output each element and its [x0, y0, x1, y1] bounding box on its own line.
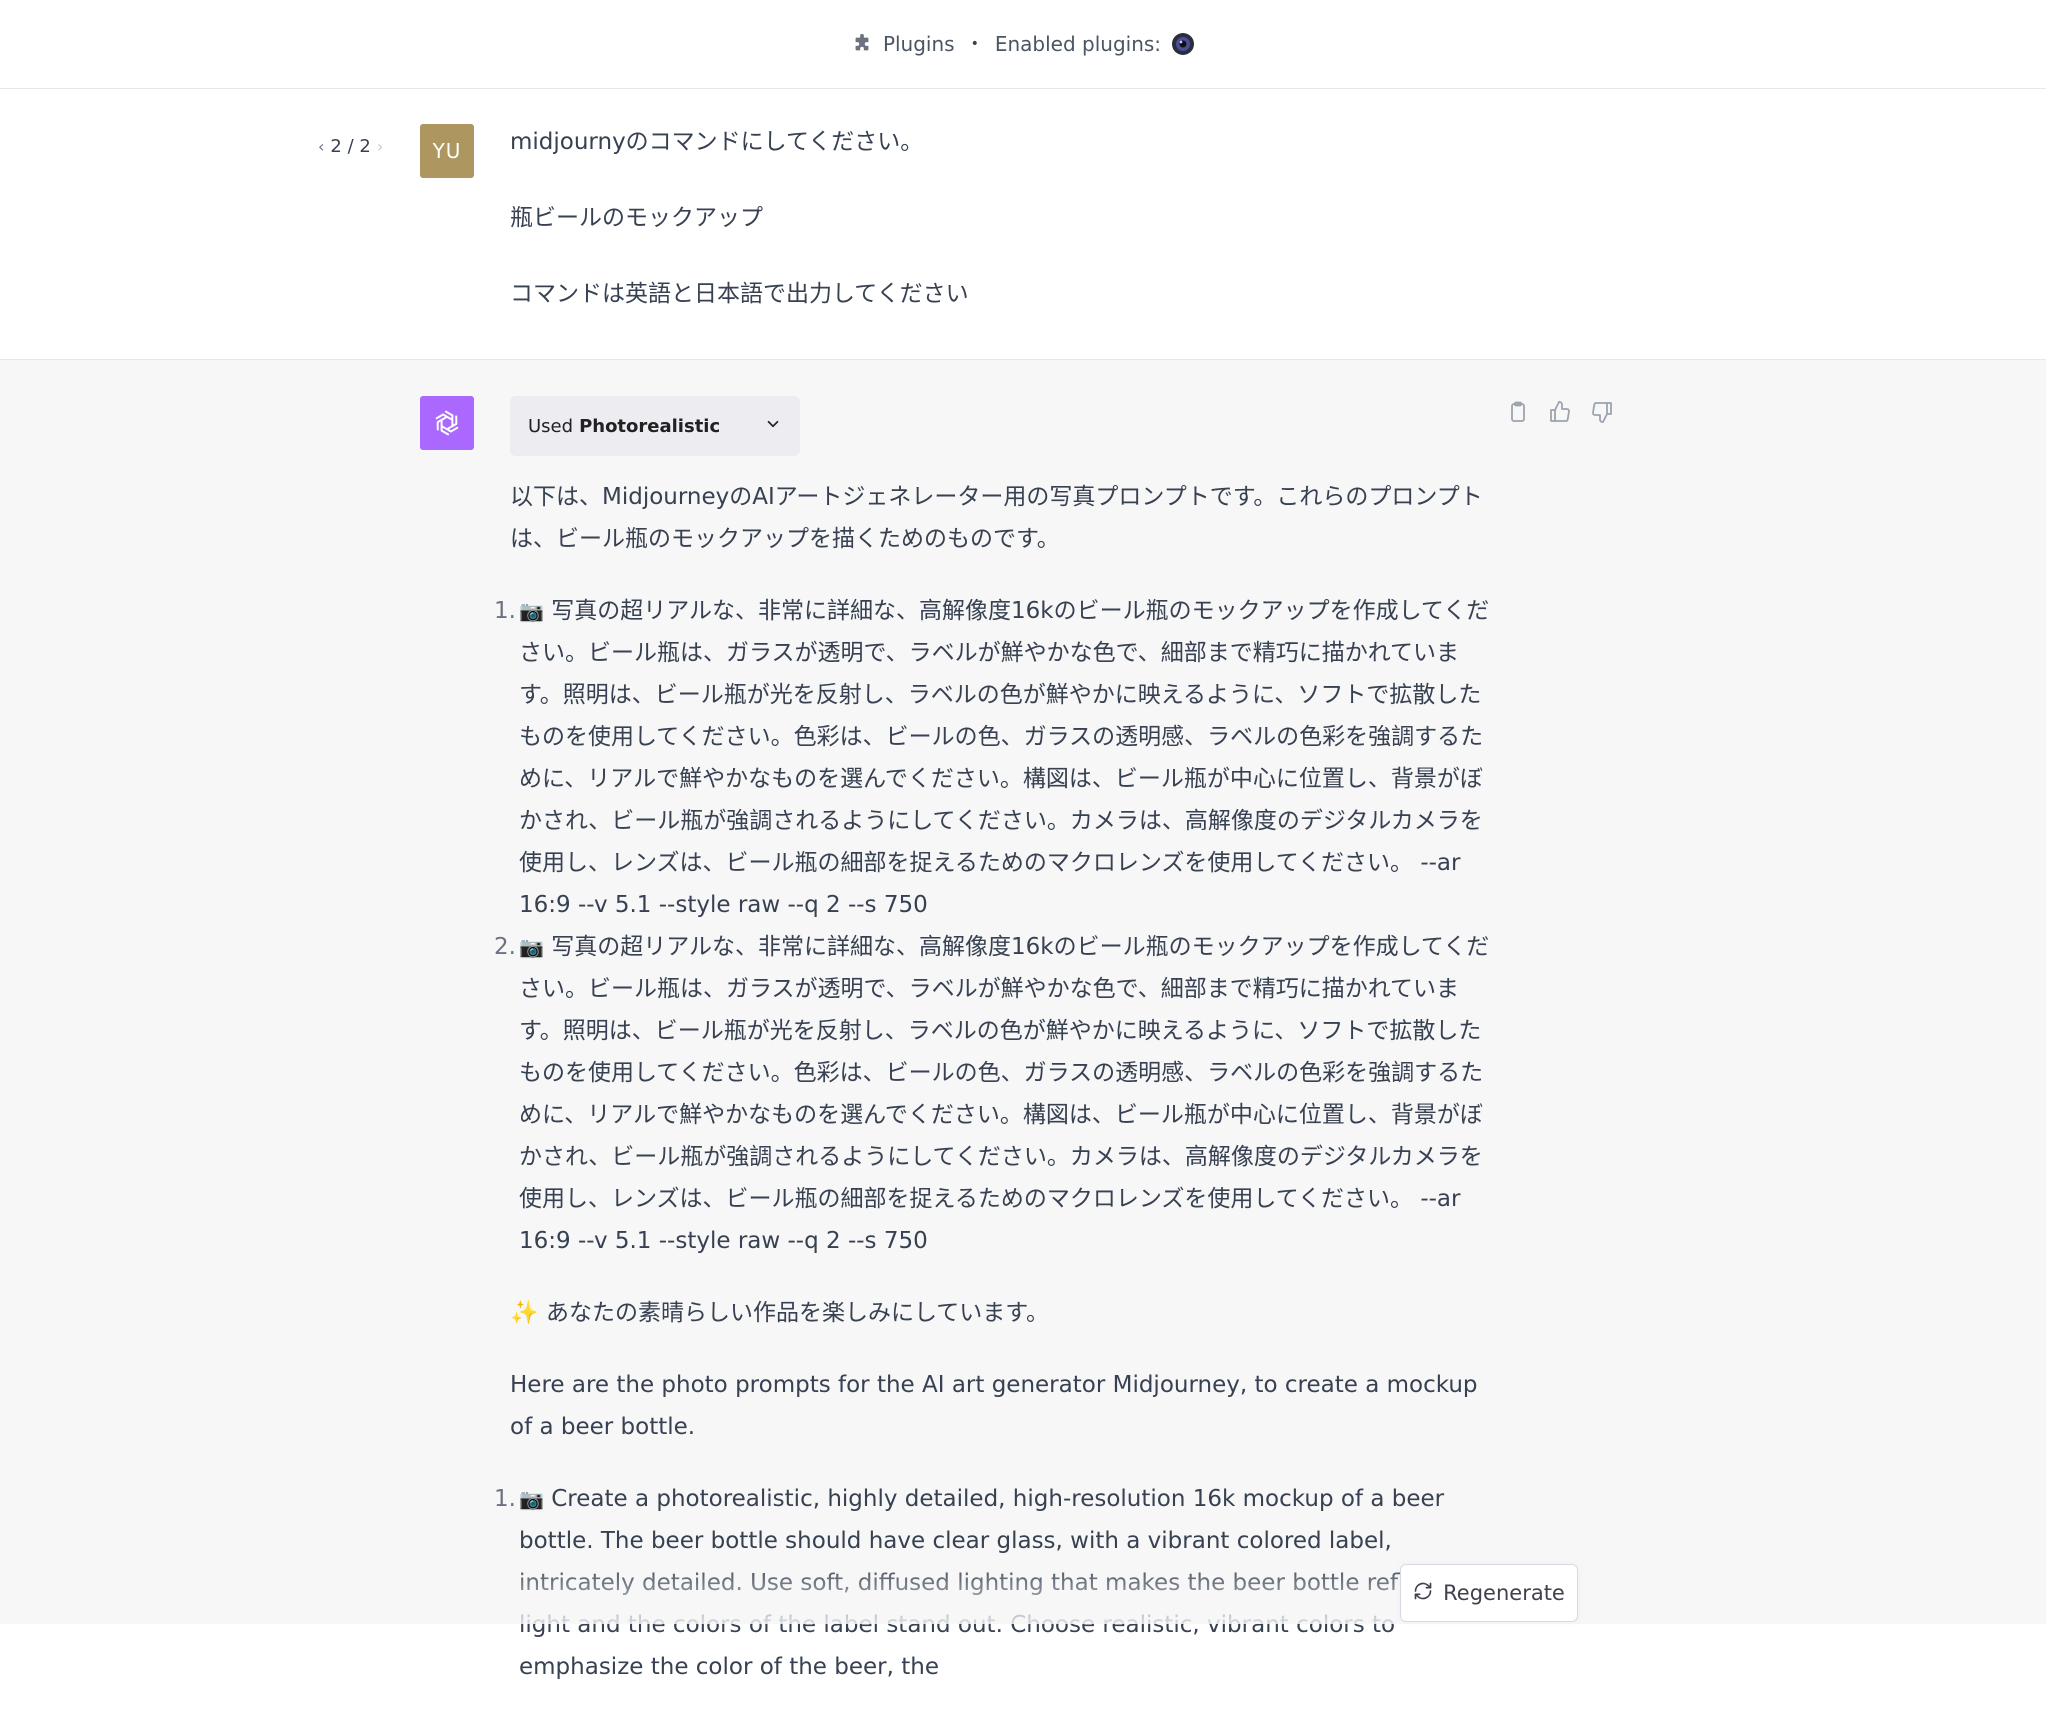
list-number: 1. — [494, 1486, 516, 1512]
user-avatar: YU — [420, 124, 474, 178]
message-actions — [1506, 400, 1614, 428]
top-bar: Plugins • Enabled plugins: — [0, 0, 2046, 89]
assistant-avatar — [420, 396, 474, 450]
used-plugin-toggle[interactable]: Used Photorealistic — [510, 396, 800, 456]
user-message-line: midjournyのコマンドにしてください。 — [510, 129, 924, 155]
message-pager: ‹ 2 / 2 › — [318, 136, 383, 157]
chevron-down-icon — [764, 415, 782, 438]
camera-icon: 📷 — [519, 1487, 544, 1511]
user-message: midjournyのコマンドにしてください。 瓶ビールのモックアップ コマンドは… — [510, 124, 1510, 352]
assistant-message: 以下は、MidjourneyのAIアートジェネレーター用の写真プロンプトです。こ… — [494, 476, 1495, 1718]
japanese-prompt-list: 1. 📷 写真の超リアルな、非常に詳細な、高解像度16kのビール瓶のモックアップ… — [494, 590, 1495, 1262]
openai-logo-icon — [435, 410, 459, 436]
closing-jp: ✨ あなたの素晴らしい作品を楽しみにしています。 — [510, 1292, 1495, 1334]
prompt-text: 写真の超リアルな、非常に詳細な、高解像度16kのビール瓶のモックアップを作成して… — [519, 934, 1490, 1254]
list-item: 1. 📷 写真の超リアルな、非常に詳細な、高解像度16kのビール瓶のモックアップ… — [494, 590, 1495, 926]
user-message-line: コマンドは英語と日本語で出力してください — [510, 281, 969, 307]
used-plugin-name: Photorealistic — [579, 415, 721, 437]
sparkles-icon: ✨ — [510, 1300, 539, 1326]
list-number: 2. — [494, 934, 516, 960]
pager-count: 2 / 2 — [330, 136, 371, 157]
used-prefix: Used — [528, 415, 574, 437]
assistant-intro-jp: 以下は、MidjourneyのAIアートジェネレーター用の写真プロンプトです。こ… — [510, 484, 1483, 552]
list-item: 2. 📷 写真の超リアルな、非常に詳細な、高解像度16kのビール瓶のモックアップ… — [494, 926, 1495, 1262]
closing-jp-text: あなたの素晴らしい作品を楽しみにしています。 — [545, 1300, 1049, 1326]
regenerate-button[interactable]: Regenerate — [1400, 1564, 1578, 1622]
thumbs-down-icon[interactable] — [1590, 400, 1614, 428]
separator-dot: • — [970, 36, 979, 52]
list-item: 1. 📷 Create a photorealistic, highly det… — [494, 1478, 1495, 1688]
next-version-button[interactable]: › — [377, 137, 383, 156]
regenerate-label: Regenerate — [1443, 1581, 1565, 1605]
prompt-text: Create a photorealistic, highly detailed… — [519, 1486, 1445, 1680]
refresh-icon — [1413, 1581, 1433, 1606]
list-number: 1. — [494, 598, 516, 624]
thumbs-up-icon[interactable] — [1548, 400, 1572, 428]
plugins-label: Plugins — [882, 32, 955, 56]
prompt-text: 写真の超リアルな、非常に詳細な、高解像度16kのビール瓶のモックアップを作成して… — [519, 598, 1490, 918]
puzzle-icon — [851, 33, 873, 55]
user-message-line: 瓶ビールのモックアップ — [510, 205, 763, 231]
enabled-plugins-label: Enabled plugins: — [994, 32, 1162, 56]
copy-icon[interactable] — [1506, 400, 1530, 428]
english-prompt-list: 1. 📷 Create a photorealistic, highly det… — [494, 1478, 1495, 1688]
assistant-intro-en: Here are the photo prompts for the AI ar… — [510, 1372, 1478, 1440]
previous-version-button[interactable]: ‹ — [318, 137, 324, 156]
camera-lens-plugin-icon[interactable] — [1171, 32, 1195, 56]
camera-icon: 📷 — [519, 935, 544, 959]
camera-icon: 📷 — [519, 599, 544, 623]
